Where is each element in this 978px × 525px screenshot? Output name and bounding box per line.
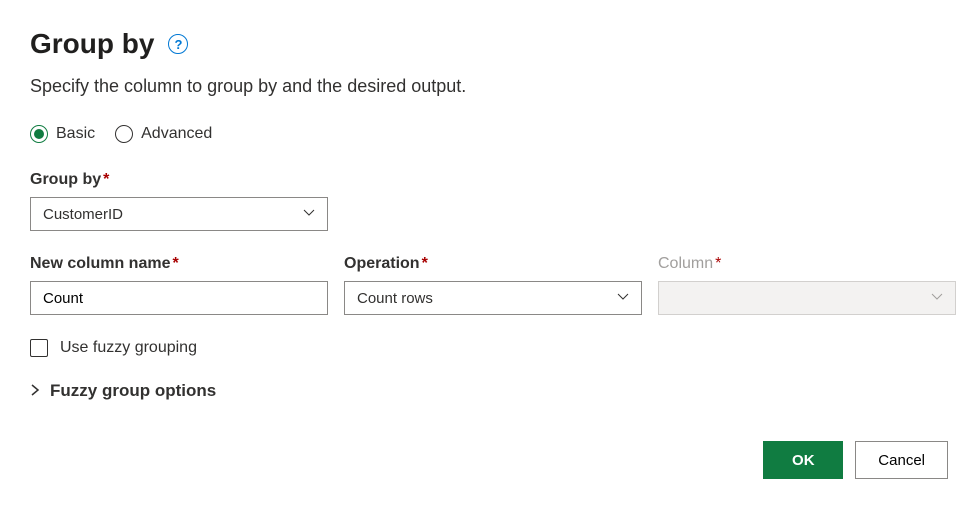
- radio-advanced[interactable]: Advanced: [115, 125, 212, 143]
- radio-circle-icon: [30, 125, 48, 143]
- group-by-label: Group by*: [30, 171, 948, 189]
- operation-select[interactable]: Count rows: [344, 281, 642, 315]
- use-fuzzy-grouping-label: Use fuzzy grouping: [60, 339, 197, 357]
- group-by-value: CustomerID: [43, 206, 123, 223]
- operation-label: Operation*: [344, 255, 642, 273]
- help-icon[interactable]: ?: [168, 34, 188, 54]
- chevron-down-icon: [303, 206, 315, 223]
- fuzzy-group-options-expander[interactable]: Fuzzy group options: [30, 381, 948, 401]
- radio-basic[interactable]: Basic: [30, 125, 95, 143]
- radio-basic-label: Basic: [56, 125, 95, 143]
- group-by-select[interactable]: CustomerID: [30, 197, 328, 231]
- new-column-name-label: New column name*: [30, 255, 328, 273]
- checkbox-icon: [30, 339, 48, 357]
- chevron-down-icon: [931, 290, 943, 307]
- fuzzy-group-options-label: Fuzzy group options: [50, 381, 216, 401]
- mode-radio-group: Basic Advanced: [30, 125, 948, 143]
- cancel-button[interactable]: Cancel: [855, 441, 948, 479]
- chevron-right-icon: [30, 383, 40, 400]
- radio-advanced-label: Advanced: [141, 125, 212, 143]
- new-column-name-input[interactable]: [30, 281, 328, 315]
- operation-value: Count rows: [357, 290, 433, 307]
- use-fuzzy-grouping-checkbox[interactable]: Use fuzzy grouping: [30, 339, 948, 357]
- radio-circle-icon: [115, 125, 133, 143]
- chevron-down-icon: [617, 290, 629, 307]
- ok-button[interactable]: OK: [763, 441, 843, 479]
- column-select: [658, 281, 956, 315]
- column-label: Column*: [658, 255, 956, 273]
- dialog-title: Group by: [30, 28, 154, 60]
- dialog-subtitle: Specify the column to group by and the d…: [30, 76, 948, 97]
